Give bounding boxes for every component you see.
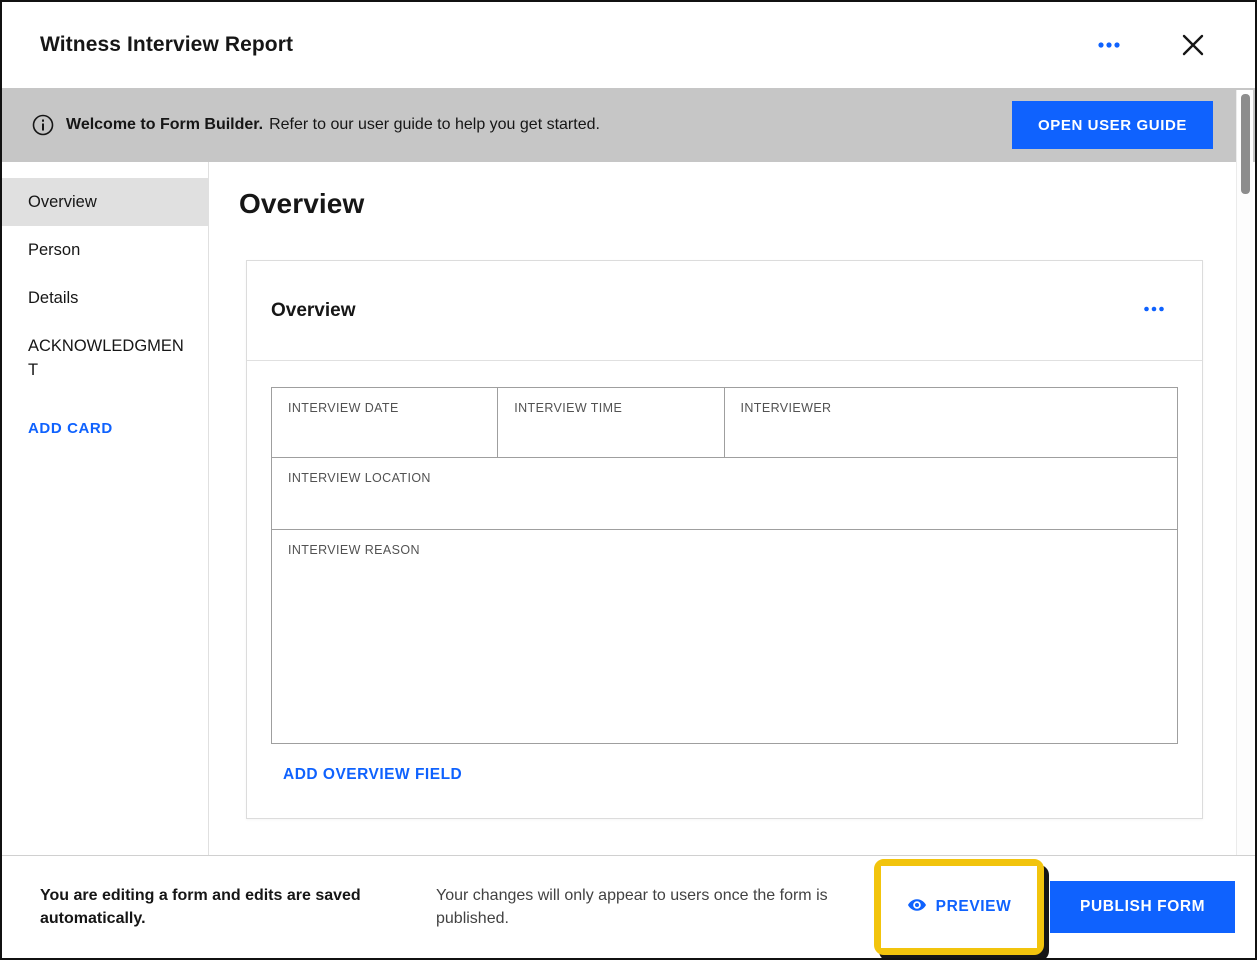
open-user-guide-button[interactable]: OPEN USER GUIDE (1012, 101, 1213, 149)
overview-field-grid: INTERVIEW DATE INTERVIEW TIME INTERVIEWE… (271, 387, 1178, 744)
sidebar-item-overview[interactable]: Overview (2, 178, 208, 226)
preview-highlight-annotation: PREVIEW (874, 859, 1044, 955)
field-interview-date[interactable]: INTERVIEW DATE (272, 388, 498, 458)
card-overflow-menu-icon (1142, 297, 1166, 324)
banner-message-text: Refer to our user guide to help you get … (269, 116, 600, 134)
vertical-scrollbar[interactable] (1236, 90, 1253, 857)
modal-header: Witness Interview Report (2, 2, 1255, 88)
sidebar-item-person[interactable]: Person (2, 226, 208, 274)
field-interview-reason[interactable]: INTERVIEW REASON (272, 530, 1177, 743)
info-icon (30, 112, 56, 138)
overview-card-body: INTERVIEW DATE INTERVIEW TIME INTERVIEWE… (247, 361, 1202, 818)
publish-form-button[interactable]: PUBLISH FORM (1050, 881, 1235, 933)
main-panel: Overview Overview (209, 162, 1255, 855)
publish-note: Your changes will only appear to users o… (436, 884, 874, 930)
close-button[interactable] (1171, 23, 1215, 67)
welcome-banner: Welcome to Form Builder. Refer to our us… (2, 88, 1255, 162)
overview-card-title: Overview (271, 300, 356, 322)
overview-card-header: Overview (247, 261, 1202, 361)
sidebar-item-acknowledgment[interactable]: ACKNOWLEDGMENT (2, 322, 208, 394)
content-area: Overview Person Details ACKNOWLEDGMENT A… (2, 162, 1255, 855)
banner-message-bold: Welcome to Form Builder. (66, 116, 263, 134)
sidebar-item-details[interactable]: Details (2, 274, 208, 322)
page-title: Overview (239, 188, 1203, 220)
preview-button[interactable]: PREVIEW (881, 866, 1037, 948)
close-icon (1180, 32, 1206, 58)
banner-message: Welcome to Form Builder. Refer to our us… (66, 116, 600, 134)
field-interview-time[interactable]: INTERVIEW TIME (498, 388, 724, 458)
add-card-button[interactable]: ADD CARD (2, 408, 208, 449)
form-builder-modal: Witness Interview Report (0, 0, 1257, 960)
field-interviewer[interactable]: INTERVIEWER (725, 388, 1178, 458)
card-nav-sidebar: Overview Person Details ACKNOWLEDGMENT A… (2, 162, 209, 855)
field-interview-location[interactable]: INTERVIEW LOCATION (272, 458, 1177, 530)
overview-card: Overview INTERVIEW (246, 260, 1203, 819)
header-overflow-menu-button[interactable] (1087, 23, 1131, 67)
preview-button-label: PREVIEW (936, 898, 1012, 916)
add-overview-field-button[interactable]: ADD OVERVIEW FIELD (283, 766, 462, 784)
card-overflow-menu-button[interactable] (1132, 289, 1176, 333)
modal-footer: You are editing a form and edits are sav… (2, 855, 1255, 958)
autosave-note: You are editing a form and edits are sav… (40, 884, 400, 930)
overflow-menu-icon (1096, 32, 1122, 58)
eye-icon (907, 895, 927, 920)
scrollbar-thumb[interactable] (1241, 94, 1250, 194)
form-title: Witness Interview Report (40, 33, 293, 57)
